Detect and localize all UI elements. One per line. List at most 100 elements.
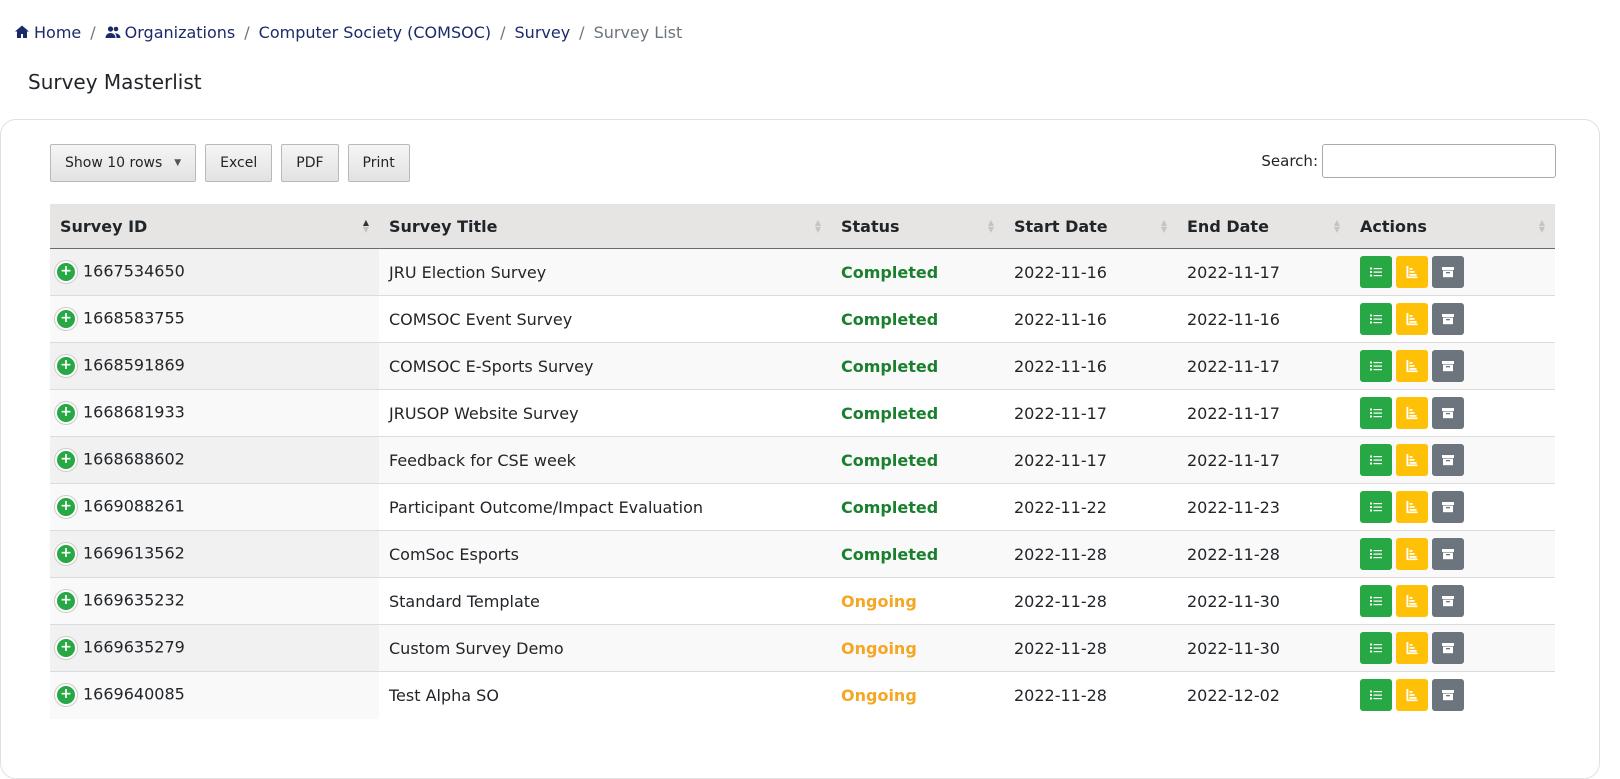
- column-header-actions[interactable]: Actions ▲ ▼: [1350, 204, 1555, 249]
- report-button[interactable]: [1396, 256, 1428, 288]
- status-cell: Completed: [831, 342, 1004, 390]
- view-button[interactable]: [1360, 538, 1392, 570]
- archive-button[interactable]: [1432, 303, 1464, 335]
- archive-button[interactable]: [1432, 256, 1464, 288]
- view-button[interactable]: [1360, 444, 1392, 476]
- survey-title: Standard Template: [389, 591, 540, 611]
- start-date: 2022-11-22: [1014, 497, 1107, 517]
- plus-circle-icon[interactable]: +: [55, 355, 77, 377]
- view-button[interactable]: [1360, 679, 1392, 712]
- archive-button[interactable]: [1432, 632, 1464, 664]
- row-actions: [1360, 491, 1545, 523]
- sort-icon: ▲ ▼: [1160, 218, 1167, 234]
- start-date: 2022-11-16: [1014, 356, 1107, 376]
- table-toolbar: Show 10 rows ▼ Excel PDF Print: [50, 144, 410, 182]
- breadcrumb-org[interactable]: Computer Society (COMSOC): [259, 23, 491, 42]
- status-badge: Completed: [841, 497, 939, 517]
- plus-circle-icon[interactable]: +: [55, 496, 77, 518]
- start-date-cell: 2022-11-16: [1004, 342, 1177, 390]
- chart-bars-icon: [1406, 266, 1418, 279]
- survey-title: JRU Election Survey: [389, 262, 547, 282]
- column-header-end-date[interactable]: End Date ▲ ▼: [1177, 204, 1350, 249]
- plus-circle-icon[interactable]: +: [55, 590, 77, 612]
- plus-circle-icon[interactable]: +: [55, 449, 77, 471]
- actions-cell: [1350, 530, 1555, 578]
- report-button[interactable]: [1396, 538, 1428, 570]
- status-badge: Ongoing: [841, 685, 917, 705]
- start-date-cell: 2022-11-28: [1004, 624, 1177, 672]
- survey-id-cell: +1669635232: [50, 577, 379, 625]
- end-date: 2022-11-17: [1187, 450, 1280, 470]
- status-cell: Ongoing: [831, 624, 1004, 672]
- report-button[interactable]: [1396, 444, 1428, 476]
- archive-button[interactable]: [1432, 585, 1464, 617]
- row-actions: [1360, 538, 1545, 570]
- column-header-survey-id[interactable]: Survey ID ▲ ▼: [50, 204, 379, 249]
- survey-id: 1668583755: [83, 308, 185, 328]
- survey-id: 1667534650: [83, 261, 185, 281]
- archive-button[interactable]: [1432, 397, 1464, 429]
- view-button[interactable]: [1360, 632, 1392, 664]
- report-button[interactable]: [1396, 303, 1428, 335]
- sort-icon: ▲ ▼: [814, 218, 821, 234]
- survey-title: Custom Survey Demo: [389, 638, 564, 658]
- search-input[interactable]: [1322, 144, 1556, 178]
- archive-button[interactable]: [1432, 679, 1464, 712]
- archive-button[interactable]: [1432, 444, 1464, 476]
- row-actions: [1360, 256, 1545, 288]
- archive-icon: [1442, 408, 1454, 419]
- report-button[interactable]: [1396, 350, 1428, 382]
- plus-circle-icon[interactable]: +: [55, 261, 77, 283]
- breadcrumb-home-label: Home: [34, 22, 82, 42]
- view-button[interactable]: [1360, 350, 1392, 382]
- archive-button[interactable]: [1432, 491, 1464, 523]
- start-date: 2022-11-28: [1014, 591, 1107, 611]
- sort-icon: ▲ ▼: [1333, 218, 1340, 234]
- view-button[interactable]: [1360, 491, 1392, 523]
- plus-circle-icon[interactable]: +: [55, 637, 77, 659]
- breadcrumb-survey[interactable]: Survey: [515, 23, 571, 42]
- view-button[interactable]: [1360, 585, 1392, 617]
- actions-cell: [1350, 671, 1555, 719]
- report-button[interactable]: [1396, 632, 1428, 664]
- archive-icon: [1442, 549, 1454, 560]
- plus-circle-icon[interactable]: +: [55, 308, 77, 330]
- status-cell: Completed: [831, 295, 1004, 343]
- table-row: +1669635279 Custom Survey Demo Ongoing 2…: [50, 624, 1555, 672]
- rows-per-page-button[interactable]: Show 10 rows ▼: [50, 144, 197, 182]
- view-button[interactable]: [1360, 256, 1392, 288]
- pdf-button[interactable]: PDF: [281, 144, 339, 182]
- breadcrumb-separator: /: [579, 22, 585, 42]
- sort-icon: ▲ ▼: [1538, 218, 1545, 234]
- column-header-survey-title[interactable]: Survey Title ▲ ▼: [379, 204, 831, 249]
- breadcrumb-home[interactable]: Home: [14, 23, 81, 42]
- end-date: 2022-11-16: [1187, 309, 1280, 329]
- archive-button[interactable]: [1432, 350, 1464, 382]
- plus-circle-icon[interactable]: +: [55, 684, 77, 707]
- print-button[interactable]: Print: [347, 144, 410, 182]
- report-button[interactable]: [1396, 679, 1428, 712]
- archive-icon: [1442, 455, 1454, 466]
- table-row: +1668681933 JRUSOP Website Survey Comple…: [50, 389, 1555, 437]
- survey-id-cell: +1669635279: [50, 624, 379, 672]
- column-header-start-date[interactable]: Start Date ▲ ▼: [1004, 204, 1177, 249]
- table-row: +1669635232 Standard Template Ongoing 20…: [50, 577, 1555, 625]
- status-cell: Ongoing: [831, 577, 1004, 625]
- survey-id-cell: +1669613562: [50, 530, 379, 578]
- survey-id: 1668591869: [83, 355, 185, 375]
- report-button[interactable]: [1396, 397, 1428, 429]
- excel-button[interactable]: Excel: [205, 144, 273, 182]
- chart-bars-icon: [1406, 360, 1418, 373]
- view-button[interactable]: [1360, 303, 1392, 335]
- column-header-status[interactable]: Status ▲ ▼: [831, 204, 1004, 249]
- archive-button[interactable]: [1432, 538, 1464, 570]
- list-icon: [1370, 549, 1382, 559]
- view-button[interactable]: [1360, 397, 1392, 429]
- plus-circle-icon[interactable]: +: [55, 543, 77, 565]
- plus-circle-icon[interactable]: +: [55, 402, 77, 424]
- report-button[interactable]: [1396, 491, 1428, 523]
- survey-id: 1669635279: [83, 637, 185, 657]
- report-button[interactable]: [1396, 585, 1428, 617]
- breadcrumb-organizations[interactable]: Organizations: [105, 23, 235, 42]
- end-date-cell: 2022-12-02: [1177, 671, 1350, 719]
